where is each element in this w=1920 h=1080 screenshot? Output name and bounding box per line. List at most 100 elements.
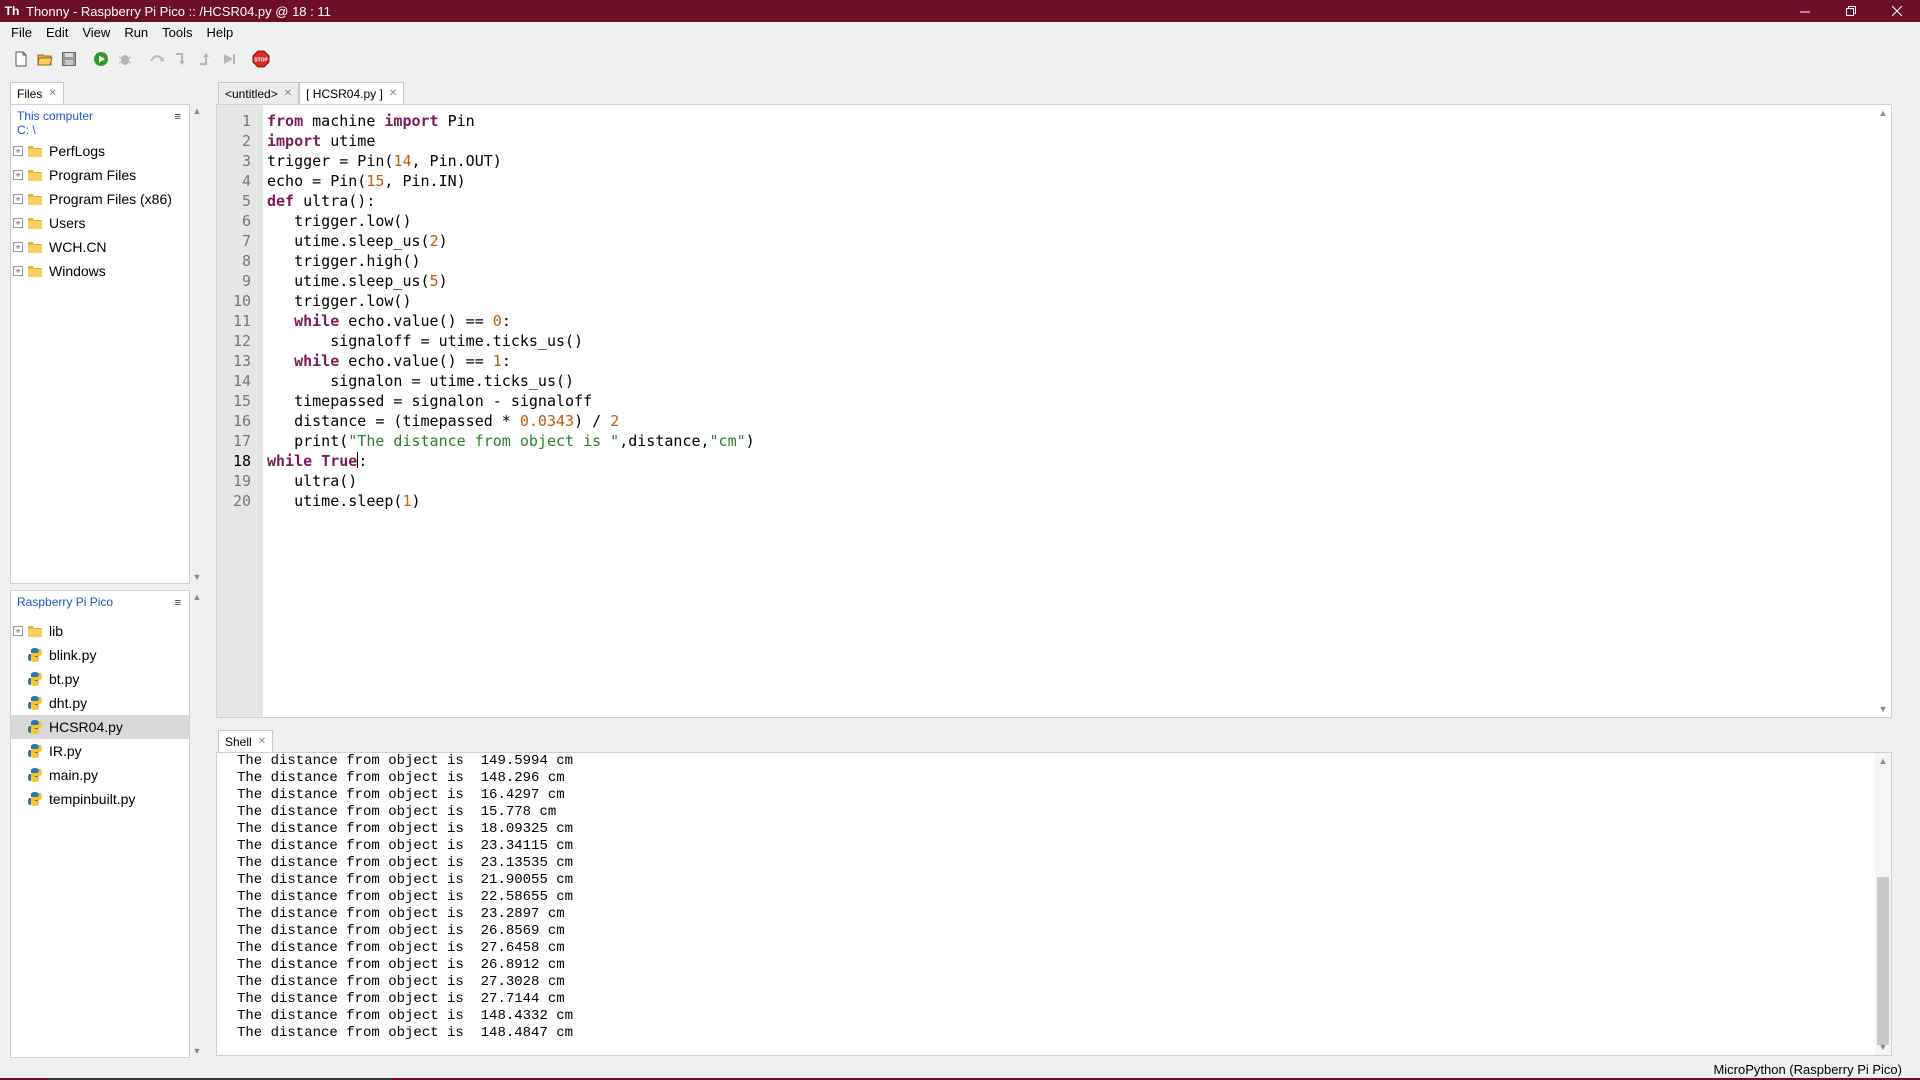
step-over-button[interactable]	[146, 48, 168, 70]
close-icon[interactable]: ✕	[258, 736, 266, 747]
tree-item-dht-py[interactable]: dht.py	[11, 691, 189, 715]
close-icon[interactable]: ✕	[48, 88, 56, 99]
line-number-gutter: 1 2 3 4 5 6 7 8 9 10 11 12 13 14 15 16 17 18 19 20	[217, 105, 263, 717]
tree-item-hcsr04-py[interactable]: HCSR04.py	[11, 715, 189, 739]
resume-button[interactable]	[218, 48, 240, 70]
code-line[interactable]: utime.sleep(1)	[267, 491, 755, 511]
scroll-down-icon[interactable]: ▼	[1877, 1041, 1889, 1053]
code-line[interactable]: utime.sleep_us(2)	[267, 231, 755, 251]
close-icon[interactable]: ✕	[284, 88, 292, 99]
code-line[interactable]: while True:	[267, 451, 755, 471]
code-area[interactable]: from machine import Pin import utime trigg…	[267, 111, 755, 511]
expand-icon[interactable]: +	[13, 146, 23, 156]
hamburger-menu-icon[interactable]: ≡	[175, 597, 181, 609]
tree-item-main-py[interactable]: main.py	[11, 763, 189, 787]
scroll-down-icon[interactable]: ▼	[191, 571, 203, 583]
menu-file[interactable]: File	[4, 22, 39, 44]
code-line[interactable]: trigger.low()	[267, 211, 755, 231]
files-scrollbar[interactable]: ▲ ▼	[191, 105, 203, 583]
tree-item-tempinbuilt-py[interactable]: tempinbuilt.py	[11, 787, 189, 811]
expand-icon[interactable]: +	[13, 170, 23, 180]
shell-panel[interactable]: The distance from object is 149.5994 cm T…	[216, 752, 1892, 1056]
code-line[interactable]: timepassed = signalon - signaloff	[267, 391, 755, 411]
menu-tools[interactable]: Tools	[155, 22, 199, 44]
tab-untitled[interactable]: <untitled> ✕	[218, 82, 300, 104]
tree-item-label: IR.py	[49, 743, 82, 759]
step-into-button[interactable]	[170, 48, 192, 70]
step-out-button[interactable]	[194, 48, 216, 70]
shell-output-line: The distance from object is 27.6458 cm	[237, 940, 565, 956]
code-line[interactable]: while echo.value() == 0:	[267, 311, 755, 331]
scrollbar-thumb[interactable]	[1877, 877, 1889, 1045]
location-path[interactable]: C: \	[17, 123, 183, 137]
python-file-icon	[28, 720, 42, 734]
expand-icon[interactable]: +	[13, 626, 23, 636]
code-line[interactable]: trigger = Pin(14, Pin.OUT)	[267, 151, 755, 171]
code-line[interactable]: signaloff = utime.ticks_us()	[267, 331, 755, 351]
shell-scrollbar[interactable]: ▲ ▼	[1875, 753, 1891, 1055]
tree-item-perflogs[interactable]: + PerfLogs	[11, 139, 189, 163]
tab-shell[interactable]: Shell ✕	[218, 730, 274, 752]
shell-output-line: The distance from object is 21.90055 cm	[237, 872, 574, 888]
expand-icon[interactable]: +	[13, 194, 23, 204]
scroll-down-icon[interactable]: ▼	[1877, 703, 1889, 715]
code-line[interactable]: signalon = utime.ticks_us()	[267, 371, 755, 391]
tree-item-wch-cn[interactable]: + WCH.CN	[11, 235, 189, 259]
tab-hcsr04[interactable]: [ HCSR04.py ] ✕	[299, 82, 405, 104]
location-raspberry-pi-pico[interactable]: Raspberry Pi Pico	[17, 595, 183, 609]
save-button[interactable]	[58, 48, 80, 70]
menu-help[interactable]: Help	[200, 22, 241, 44]
tree-item-bt-py[interactable]: bt.py	[11, 667, 189, 691]
run-button[interactable]	[90, 48, 112, 70]
scroll-up-icon[interactable]: ▲	[191, 591, 203, 603]
code-line[interactable]: distance = (timepassed * 0.0343) / 2	[267, 411, 755, 431]
menu-view[interactable]: View	[75, 22, 117, 44]
scroll-up-icon[interactable]: ▲	[191, 105, 203, 117]
hamburger-menu-icon[interactable]: ≡	[175, 111, 181, 123]
interpreter-selector[interactable]: MicroPython (Raspberry Pi Pico)	[1713, 1062, 1902, 1077]
code-line[interactable]: ultra()	[267, 471, 755, 491]
location-this-computer[interactable]: This computer	[17, 109, 183, 123]
editor-scrollbar[interactable]: ▲ ▼	[1875, 105, 1891, 717]
menu-edit[interactable]: Edit	[39, 22, 75, 44]
open-file-button[interactable]	[34, 48, 56, 70]
pico-scrollbar[interactable]: ▲ ▼	[191, 591, 203, 1057]
code-line[interactable]: import utime	[267, 131, 755, 151]
scroll-up-icon[interactable]: ▲	[1877, 755, 1889, 767]
folder-icon	[28, 626, 42, 637]
code-line[interactable]: echo = Pin(15, Pin.IN)	[267, 171, 755, 191]
tree-item-program-files-x86[interactable]: + Program Files (x86)	[11, 187, 189, 211]
tab-files[interactable]: Files ✕	[10, 82, 64, 104]
title-bar[interactable]: Th Thonny - Raspberry Pi Pico :: /HCSR04…	[0, 0, 1920, 22]
tree-item-program-files[interactable]: + Program Files	[11, 163, 189, 187]
tree-item-ir-py[interactable]: IR.py	[11, 739, 189, 763]
debug-button[interactable]	[114, 48, 136, 70]
code-line[interactable]: print("The distance from object is ",dis…	[267, 431, 755, 451]
close-button[interactable]	[1874, 0, 1920, 22]
close-icon[interactable]: ✕	[389, 88, 397, 99]
code-line[interactable]: trigger.low()	[267, 291, 755, 311]
line-number: 9	[241, 272, 251, 290]
tree-item-lib[interactable]: + lib	[11, 619, 189, 643]
shell-output-line: The distance from object is 23.34115 cm	[237, 838, 574, 854]
restore-button[interactable]	[1828, 0, 1874, 22]
tree-item-blink-py[interactable]: blink.py	[11, 643, 189, 667]
stop-button[interactable]: STOP	[250, 48, 272, 70]
code-line[interactable]: def ultra():	[267, 191, 755, 211]
tree-item-users[interactable]: + Users	[11, 211, 189, 235]
code-line[interactable]: trigger.high()	[267, 251, 755, 271]
expand-icon[interactable]: +	[13, 242, 23, 252]
restore-icon	[1845, 5, 1856, 16]
tree-item-windows[interactable]: + Windows	[11, 259, 189, 283]
code-editor[interactable]: 1 2 3 4 5 6 7 8 9 10 11 12 13 14 15 16 17 18 19 20 from mac…	[216, 104, 1892, 718]
minimize-button[interactable]	[1782, 0, 1828, 22]
scroll-down-icon[interactable]: ▼	[191, 1045, 203, 1057]
code-line[interactable]: while echo.value() == 1:	[267, 351, 755, 371]
code-line[interactable]: from machine import Pin	[267, 111, 755, 131]
code-line[interactable]: utime.sleep_us(5)	[267, 271, 755, 291]
new-file-button[interactable]	[10, 48, 32, 70]
expand-icon[interactable]: +	[13, 266, 23, 276]
menu-run[interactable]: Run	[117, 22, 155, 44]
expand-icon[interactable]: +	[13, 218, 23, 228]
scroll-up-icon[interactable]: ▲	[1877, 107, 1889, 119]
